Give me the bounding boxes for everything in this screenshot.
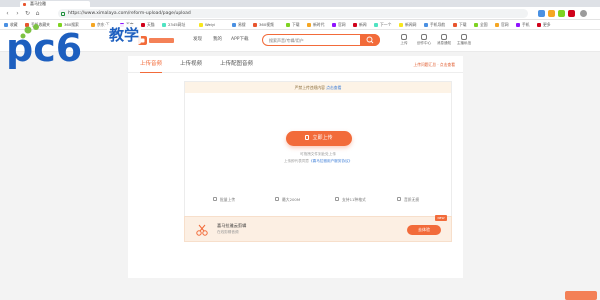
upload-icon [401, 34, 407, 40]
bookmark-favicon-icon [162, 23, 166, 27]
bookmark-favicon-icon [199, 23, 203, 27]
bookmark-item[interactable]: 手机导航 [424, 21, 445, 29]
bookmark-item[interactable]: 360视频 [253, 21, 274, 29]
drag-hint: 可拖拽文件到此处上传 [300, 152, 336, 156]
url-text: https://www.ximalaya.com/reform-upload/p… [68, 11, 191, 16]
tab-upload-video[interactable]: 上传视频 [180, 60, 202, 68]
bookmark-favicon-icon [332, 23, 336, 27]
bookmark-item[interactable]: 手机 [516, 21, 530, 29]
upload-button[interactable]: 立即上传 [286, 131, 352, 146]
favicon-icon [23, 2, 26, 6]
notice-bar: 严禁上传违规内容 点击查看 [185, 82, 451, 93]
menu-icon[interactable] [580, 10, 587, 17]
nav-mine[interactable]: 我的 [213, 37, 222, 43]
feature-max-size: 最大200M [275, 197, 300, 203]
bookmark-item[interactable]: 官网 [332, 21, 346, 29]
bookmark-favicon-icon [424, 23, 428, 27]
new-badge: NEW [435, 215, 447, 221]
search-button[interactable] [360, 34, 380, 46]
feature-quality: 音质无损 [397, 197, 419, 203]
bookmark-favicon-icon [474, 23, 478, 27]
lock-icon [61, 11, 65, 16]
feature-batch-upload: 批量上传 [213, 197, 235, 203]
forward-icon[interactable]: › [14, 10, 21, 17]
bookmark-item[interactable]: 2345网址 [162, 21, 185, 29]
extension-icon[interactable] [568, 10, 575, 17]
bookmark-item[interactable]: 新时代 [307, 21, 324, 29]
scissors-icon [196, 224, 208, 236]
reload-icon[interactable]: ↻ [24, 10, 31, 17]
bookmark-favicon-icon [453, 23, 457, 27]
file-icon [305, 135, 310, 140]
search-icon [366, 36, 374, 44]
tab-upload-audio[interactable]: 上传音频 [140, 60, 163, 73]
bookmark-item[interactable]: 全国 [474, 21, 488, 29]
upload-faq-link[interactable]: 上传问题汇总 · 点击查看 [413, 62, 455, 68]
banner-title: 喜马拉雅云剪辑 [217, 223, 247, 228]
upload-tabs: 上传音频 上传视频 上传配图音频 上传问题汇总 · 点击查看 [128, 56, 463, 73]
bookmark-item[interactable]: Weiyi [199, 21, 215, 29]
bookmark-favicon-icon [232, 23, 236, 27]
tab-upload-image-audio[interactable]: 上传配图音频 [220, 60, 253, 68]
header-creator-center[interactable]: 创作中心 [415, 34, 433, 46]
nav-discover[interactable]: 发现 [193, 37, 202, 43]
bookmark-favicon-icon [253, 23, 257, 27]
bookmark-item[interactable]: 官网 [495, 21, 509, 29]
bookmark-item[interactable]: 下一个 [374, 21, 391, 29]
cloud-edit-banner[interactable]: 喜马拉雅云剪辑 在线剪辑音频 NEW 去体验 [184, 215, 452, 242]
corner-brand-icon [565, 291, 597, 300]
nav-app-download[interactable]: APP下载 [231, 37, 249, 43]
bookmark-favicon-icon [495, 23, 499, 27]
banner-try-button[interactable]: 去体验 [407, 225, 441, 235]
bell-icon [441, 34, 447, 40]
size-icon [275, 197, 279, 201]
batch-icon [213, 197, 217, 201]
bookmark-favicon-icon [286, 23, 290, 27]
header-notifications[interactable]: 消息通知 [435, 34, 453, 46]
bookmark-favicon-icon [537, 23, 541, 27]
notice-link[interactable]: 点击查看 [326, 85, 341, 90]
bookmark-item[interactable]: 下载 [453, 21, 467, 29]
banner-subtitle: 在线剪辑音频 [217, 230, 239, 234]
message-icon [461, 34, 467, 40]
creator-icon [421, 34, 427, 40]
browser-tab-bar: 喜马拉雅 [0, 0, 600, 7]
extension-icon[interactable] [538, 10, 545, 17]
back-icon[interactable]: ‹ [4, 10, 11, 17]
extension-icon[interactable] [558, 10, 565, 17]
bookmark-favicon-icon [353, 23, 357, 27]
bookmark-favicon-icon [516, 23, 520, 27]
svg-text:教学: 教学 [108, 26, 139, 44]
browser-tab-title: 喜马拉雅 [30, 1, 46, 6]
bookmark-item[interactable]: 更多 [537, 21, 551, 29]
search-input[interactable] [269, 37, 359, 44]
feature-formats: 支持11种格式 [335, 197, 366, 203]
bookmark-item[interactable]: 新闻网 [399, 21, 416, 29]
bookmark-item[interactable]: 下载 [286, 21, 300, 29]
upload-panel: 上传音频 上传视频 上传配图音频 上传问题汇总 · 点击查看 严禁上传违规内容 … [128, 56, 463, 278]
bookmark-favicon-icon [374, 23, 378, 27]
bookmark-favicon-icon [399, 23, 403, 27]
url-field[interactable]: https://www.ximalaya.com/reform-upload/p… [58, 9, 528, 18]
pc6-watermark-logo: pc6 教学 [6, 24, 141, 69]
bookmark-item[interactable]: 新闻 [353, 21, 367, 29]
home-icon[interactable]: ⌂ [34, 10, 41, 17]
agreement-hint: 上传即代表同意《喜马拉雅用户服务协议》 [283, 159, 353, 163]
bookmark-item[interactable]: 易搜 [232, 21, 246, 29]
svg-text:pc6: pc6 [6, 26, 82, 69]
address-bar-row: ‹ › ↻ ⌂ https://www.ximalaya.com/reform-… [0, 7, 600, 20]
extension-icon[interactable] [548, 10, 555, 17]
search-box [262, 34, 380, 46]
format-icon [335, 197, 339, 201]
header-upload[interactable]: 上传 [395, 34, 413, 46]
header-messages[interactable]: 主播私信 [455, 34, 473, 46]
agreement-link[interactable]: 《喜马拉雅用户服务协议》 [309, 159, 352, 163]
notice-text: 严禁上传违规内容 [294, 85, 325, 90]
quality-icon [397, 197, 401, 201]
bookmark-favicon-icon [307, 23, 311, 27]
